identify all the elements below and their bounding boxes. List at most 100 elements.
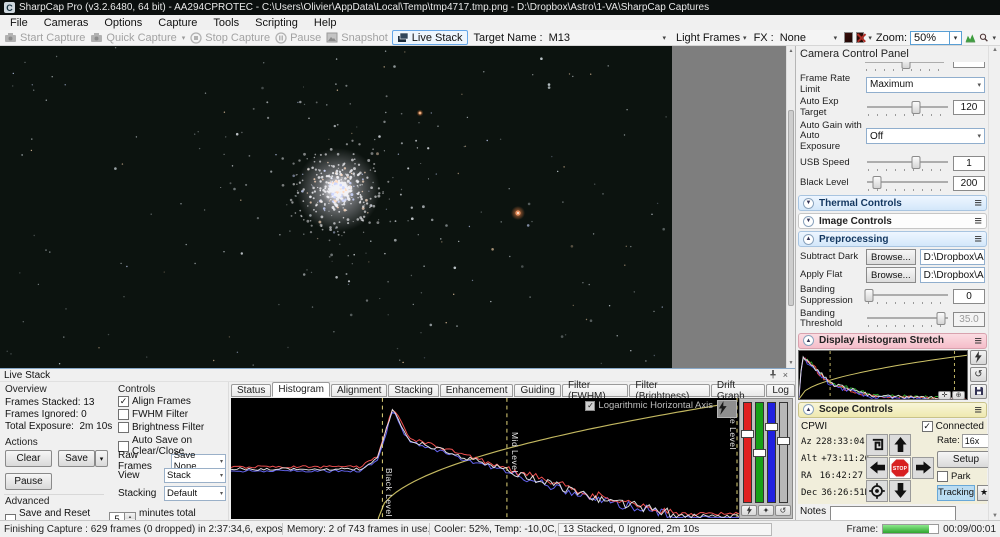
save-dropdown-button[interactable]: ▾ bbox=[95, 450, 108, 467]
fwhm-filter-checkbox[interactable]: FWHM Filter bbox=[118, 409, 188, 420]
preprocessing-section[interactable]: ▲ Preprocessing ≡ bbox=[798, 231, 987, 248]
tab-guiding[interactable]: Guiding bbox=[514, 384, 561, 397]
tab-stacking[interactable]: Stacking bbox=[388, 384, 439, 397]
frame-type-combo[interactable]: Light Frames ▾ bbox=[673, 30, 751, 45]
tab-enhancement[interactable]: Enhancement bbox=[439, 384, 514, 397]
menu-scripting[interactable]: Scripting bbox=[247, 17, 306, 29]
panel-scrollbar[interactable]: ▲ ▼ bbox=[988, 46, 1000, 520]
goto-center-button[interactable] bbox=[866, 479, 888, 502]
auto-exp-target-value[interactable]: 120 bbox=[953, 100, 985, 116]
slew-left-button[interactable] bbox=[866, 456, 888, 479]
live-stack-button[interactable]: Live Stack bbox=[391, 30, 468, 45]
slew-up-button[interactable] bbox=[889, 433, 911, 456]
save-stretch-button[interactable] bbox=[970, 383, 987, 399]
banding-suppression-slider[interactable] bbox=[864, 287, 949, 305]
spiral-search-button[interactable] bbox=[866, 433, 888, 456]
stretch-zoom-button[interactable]: ⊕ bbox=[952, 390, 965, 400]
scroll-up-icon[interactable]: ▲ bbox=[992, 47, 998, 53]
view-select[interactable]: Stack ▾ bbox=[164, 468, 226, 483]
auto-stretch-button[interactable] bbox=[717, 400, 737, 418]
slew-down-button[interactable] bbox=[889, 479, 911, 502]
stack-histogram-canvas[interactable]: Black Level Mid Level White Level ✓ Logar… bbox=[231, 398, 739, 519]
scroll-down-icon[interactable]: ▼ bbox=[992, 513, 998, 519]
blue-level-slider[interactable] bbox=[765, 401, 778, 504]
section-menu-icon[interactable]: ≡ bbox=[974, 334, 982, 347]
magnifier-icon[interactable] bbox=[979, 31, 989, 44]
clear-button[interactable]: Clear bbox=[5, 450, 52, 467]
banding-threshold-slider[interactable] bbox=[866, 310, 949, 328]
subtract-dark-browse-button[interactable]: Browse... bbox=[866, 249, 916, 266]
zoom-combo[interactable]: 50% ▾ bbox=[910, 30, 963, 45]
slew-right-button[interactable] bbox=[912, 456, 934, 479]
pause-button[interactable]: Pause bbox=[274, 32, 322, 44]
magnifier-dropdown-icon[interactable]: ▾ bbox=[992, 34, 998, 42]
menu-capture[interactable]: Capture bbox=[150, 17, 205, 29]
snapshot-button[interactable]: Snapshot bbox=[325, 32, 388, 44]
section-menu-icon[interactable]: ≡ bbox=[974, 196, 982, 209]
swatch-dropdown-icon[interactable]: ▾ bbox=[867, 34, 873, 42]
stacking-select[interactable]: Default ▾ bbox=[164, 486, 226, 501]
scroll-up-icon[interactable]: ▲ bbox=[787, 46, 795, 56]
setup-button[interactable]: Setup bbox=[937, 450, 995, 468]
reset-stretch-button[interactable]: ↺ bbox=[970, 366, 987, 382]
fx-combo[interactable]: None ▾ bbox=[777, 30, 841, 45]
green-level-slider[interactable] bbox=[753, 401, 766, 504]
histogram-icon[interactable] bbox=[965, 32, 976, 44]
scope-controls-section[interactable]: ▲ Scope Controls ≡ bbox=[798, 401, 987, 418]
park-checkbox[interactable]: Park bbox=[937, 470, 995, 482]
pause-stack-button[interactable]: Pause bbox=[5, 473, 52, 490]
raw-frames-select[interactable]: Save None ▾ bbox=[170, 450, 226, 472]
dark-frame-swatch[interactable] bbox=[844, 32, 853, 43]
black-level-value[interactable]: 200 bbox=[953, 175, 985, 191]
auto-gain-select[interactable]: Off ▾ bbox=[866, 128, 985, 145]
menu-cameras[interactable]: Cameras bbox=[36, 17, 97, 29]
gain-slider-partial[interactable] bbox=[800, 62, 985, 73]
section-menu-icon[interactable]: ≡ bbox=[974, 232, 982, 245]
image-controls-section[interactable]: ▼ Image Controls ≡ bbox=[798, 213, 987, 230]
thermal-controls-section[interactable]: ▼ Thermal Controls ≡ bbox=[798, 195, 987, 212]
save-button[interactable]: Save bbox=[58, 450, 95, 467]
image-viewport[interactable]: ▲ ▼ bbox=[0, 46, 795, 368]
auto-stretch-button[interactable] bbox=[970, 349, 987, 365]
stretch-pan-button[interactable]: ✛ bbox=[938, 390, 951, 400]
section-menu-icon[interactable]: ≡ bbox=[974, 214, 982, 227]
notes-textarea[interactable] bbox=[830, 505, 957, 520]
menu-tools[interactable]: Tools bbox=[205, 17, 247, 29]
auto-exp-target-slider[interactable] bbox=[866, 99, 949, 117]
black-level-slider[interactable] bbox=[866, 174, 949, 192]
align-frames-checkbox[interactable]: ✓ Align Frames bbox=[118, 396, 191, 407]
frame-rate-limit-select[interactable]: Maximum ▾ bbox=[866, 76, 985, 93]
gray-level-slider[interactable] bbox=[777, 401, 790, 504]
auto-levels-button[interactable] bbox=[741, 505, 757, 516]
scope-connected-checkbox[interactable]: ✓ Connected bbox=[921, 420, 984, 432]
stop-slew-button[interactable]: STOP bbox=[889, 456, 911, 479]
section-menu-icon[interactable]: ≡ bbox=[974, 403, 982, 416]
target-name-combo[interactable]: M13 ▾ bbox=[546, 30, 670, 45]
tab-filter-brightness[interactable]: Filter (Brightness) bbox=[629, 380, 710, 402]
tab-alignment[interactable]: Alignment bbox=[330, 384, 388, 397]
menu-help[interactable]: Help bbox=[306, 17, 345, 29]
apply-flat-path-select[interactable]: D:\Dropbox\Astro\1-VA\...▾ bbox=[919, 267, 985, 284]
scrollbar-thumb[interactable] bbox=[788, 110, 794, 306]
usb-speed-value[interactable]: 1 bbox=[953, 155, 985, 171]
quick-capture-dropdown-icon[interactable]: ▾ bbox=[181, 34, 187, 42]
reset-levels-button[interactable]: ↺ bbox=[775, 505, 791, 516]
menu-file[interactable]: File bbox=[2, 17, 36, 29]
red-level-slider[interactable] bbox=[741, 401, 754, 504]
tracking-button[interactable]: Tracking bbox=[937, 484, 976, 501]
start-capture-button[interactable]: Start Capture bbox=[3, 32, 86, 44]
flat-frame-swatch[interactable] bbox=[855, 32, 865, 43]
stop-capture-button[interactable]: Stop Capture bbox=[189, 32, 271, 44]
usb-speed-slider[interactable] bbox=[866, 154, 949, 172]
scroll-down-icon[interactable]: ▼ bbox=[787, 358, 795, 368]
display-histogram-stretch-section[interactable]: ▲ Display Histogram Stretch ≡ bbox=[798, 332, 987, 349]
tab-drift-graph[interactable]: Drift Graph bbox=[710, 380, 766, 402]
log-axis-checkbox[interactable]: ✓ Logarithmic Horizontal Axis bbox=[585, 400, 713, 411]
subtract-dark-path-select[interactable]: D:\Dropbox\Astro\1-VA\...▾ bbox=[919, 249, 985, 266]
menu-options[interactable]: Options bbox=[96, 17, 150, 29]
brightness-filter-checkbox[interactable]: Brightness Filter bbox=[118, 422, 204, 433]
apply-flat-browse-button[interactable]: Browse... bbox=[866, 267, 916, 284]
quick-capture-button[interactable]: Quick Capture bbox=[89, 32, 177, 44]
dock-pin-icon[interactable] bbox=[766, 369, 780, 381]
center-levels-button[interactable]: ✦ bbox=[758, 505, 774, 516]
